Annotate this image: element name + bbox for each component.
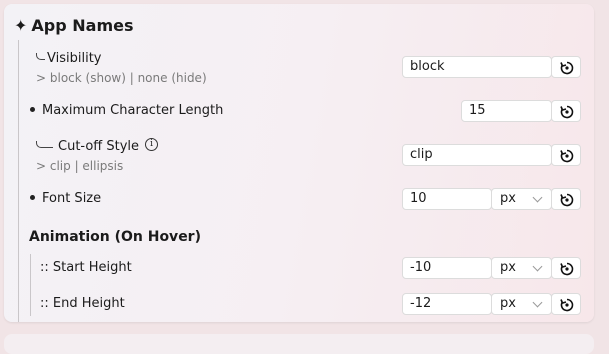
visibility-reset-button[interactable] [551, 56, 581, 78]
start-height-label: :: Start Height [40, 260, 132, 275]
next-panel [4, 334, 594, 354]
max-length-input[interactable]: 15 [461, 100, 552, 122]
visibility-label: Visibility [47, 51, 102, 66]
end-height-input[interactable]: -12 [402, 293, 492, 315]
section-title: ✦ App Names [14, 16, 134, 35]
start-height-input[interactable]: -10 [402, 257, 492, 279]
visibility-hint: > block (show) | none (hide) [36, 71, 207, 85]
reset-icon [560, 61, 574, 75]
font-size-label-text: Font Size [42, 191, 102, 206]
reset-icon [560, 105, 574, 119]
chevron-down-icon [532, 297, 543, 308]
tree-branch-icon [36, 141, 53, 148]
cutoff-hint: > clip | ellipsis [36, 159, 124, 173]
cutoff-reset-button[interactable] [551, 144, 581, 166]
visibility-input[interactable]: block [402, 56, 552, 78]
reset-icon [560, 149, 574, 163]
chevron-down-icon [532, 261, 543, 272]
start-height-reset-button[interactable] [551, 257, 581, 279]
unit-value: px [500, 296, 516, 311]
reset-icon [560, 262, 574, 276]
end-height-unit-select[interactable]: px [491, 293, 552, 315]
max-length-reset-button[interactable] [551, 100, 581, 122]
cutoff-input[interactable]: clip [402, 144, 552, 166]
end-height-label: :: End Height [40, 296, 125, 311]
start-height-unit-select[interactable]: px [491, 257, 552, 279]
cutoff-label-text: Cut-off Style [58, 139, 140, 154]
font-size-label: Font Size [30, 191, 101, 206]
font-size-input[interactable]: 10 [402, 188, 492, 210]
font-size-reset-button[interactable] [551, 188, 581, 210]
sparkle-icon: ✦ [14, 16, 28, 35]
tree-branch-icon [36, 53, 45, 60]
reset-icon [560, 193, 574, 207]
section-title-text: App Names [31, 16, 134, 35]
tree-line [18, 40, 19, 322]
animation-heading: Animation (On Hover) [29, 229, 201, 245]
bullet-icon [30, 107, 35, 112]
end-height-reset-button[interactable] [551, 293, 581, 315]
unit-value: px [500, 191, 516, 206]
font-size-unit-select[interactable]: px [491, 188, 552, 210]
cutoff-label: Cut-off Style i [58, 138, 159, 154]
chevron-down-icon [532, 192, 543, 203]
unit-value: px [500, 260, 516, 275]
bullet-icon [30, 195, 35, 200]
reset-icon [560, 298, 574, 312]
max-length-label-text: Maximum Character Length [42, 103, 224, 118]
info-icon[interactable]: i [145, 138, 159, 151]
animation-tree-line [30, 254, 31, 316]
max-length-label: Maximum Character Length [30, 103, 223, 118]
